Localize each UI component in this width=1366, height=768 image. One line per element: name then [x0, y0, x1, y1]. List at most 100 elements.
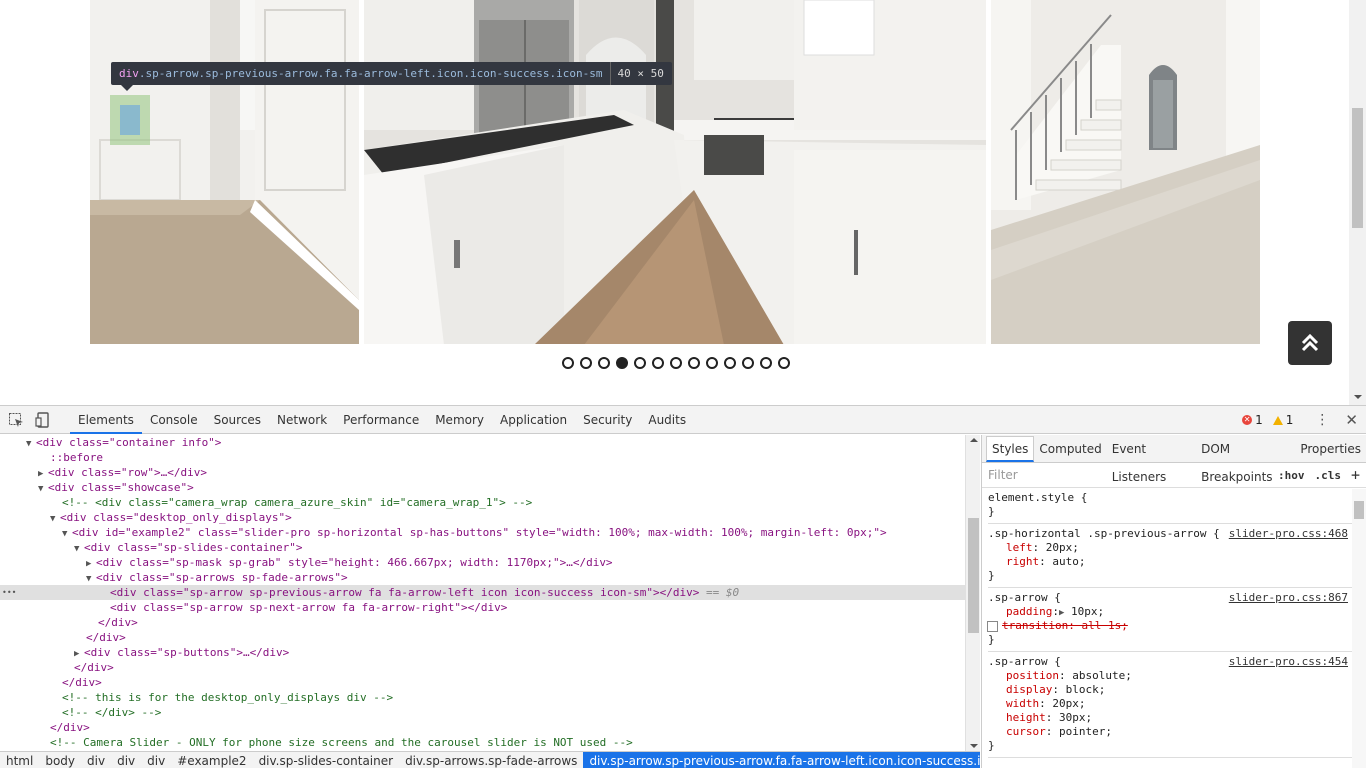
- breadcrumb-item[interactable]: div: [81, 752, 111, 768]
- tab-security[interactable]: Security: [575, 406, 640, 434]
- styles-scrollbar[interactable]: [1352, 489, 1366, 768]
- tab-sources[interactable]: Sources: [206, 406, 269, 434]
- dom-node[interactable]: ▼ <div class="desktop_only_displays">: [50, 510, 292, 525]
- dom-node[interactable]: </div>: [74, 660, 114, 675]
- dom-node-selected[interactable]: ••• <div class="sp-arrow sp-previous-arr…: [0, 585, 965, 600]
- tab-properties[interactable]: Properties: [1295, 435, 1366, 463]
- breadcrumb-item[interactable]: div.sp-arrows.sp-fade-arrows: [399, 752, 583, 768]
- tab-event-listeners[interactable]: Event Listeners: [1107, 435, 1196, 484]
- slider-dot[interactable]: [742, 357, 754, 369]
- rule-source-link[interactable]: slider-pro.css:867: [1229, 591, 1348, 604]
- tooltip-dimensions: 40 × 50: [610, 62, 664, 85]
- dom-node[interactable]: ▼ <div class="sp-arrows sp-fade-arrows">: [86, 570, 348, 585]
- style-rule[interactable]: .sp-arrow { slider-pro.css:867 padding:▶…: [987, 588, 1366, 652]
- inspect-tooltip: div .sp-arrow.sp-previous-arrow.fa.fa-arr…: [111, 62, 672, 91]
- styles-pane: Styles Computed Event Listeners DOM Breakpo…: [981, 435, 1366, 768]
- dom-node[interactable]: ▼ <div class="container info">: [26, 435, 221, 450]
- tab-styles[interactable]: Styles: [986, 435, 1035, 462]
- devtools-status: ✕ 1 1 ⋮ ✕: [1242, 406, 1358, 434]
- dom-node[interactable]: ▼ <div class="sp-slides-container">: [74, 540, 303, 555]
- dom-node[interactable]: ▶ <div class="row">…</div>: [38, 465, 207, 480]
- elements-scrollbar-thumb[interactable]: [968, 518, 979, 633]
- breadcrumb-item[interactable]: div: [111, 752, 141, 768]
- dom-node-menu-icon[interactable]: •••: [2, 585, 16, 600]
- kebab-menu-icon[interactable]: ⋮: [1315, 412, 1329, 428]
- dom-comment[interactable]: <!-- Camera Slider - ONLY for phone size…: [50, 735, 633, 750]
- device-toolbar-icon[interactable]: [35, 412, 51, 428]
- page-scrollbar-thumb[interactable]: [1352, 108, 1363, 228]
- slider-dot[interactable]: [778, 357, 790, 369]
- dom-node[interactable]: ▼ <div id="example2" class="slider-pro sp…: [62, 525, 887, 540]
- dom-pseudo[interactable]: ::before: [50, 450, 103, 465]
- slider-pagination: [562, 357, 790, 369]
- tooltip-classes: .sp-arrow.sp-previous-arrow.fa.fa-arrow-…: [138, 67, 603, 80]
- tab-console[interactable]: Console: [142, 406, 206, 434]
- slider-dot[interactable]: [724, 357, 736, 369]
- style-rule[interactable]: .sp-horizontal .sp-previous-arrow { slid…: [988, 524, 1366, 588]
- slider-dot[interactable]: [616, 357, 628, 369]
- style-rule[interactable]: .sp-arrow { slider-pro.css:454 position:…: [988, 652, 1366, 758]
- error-count-badge[interactable]: ✕ 1: [1242, 413, 1263, 427]
- tab-elements[interactable]: Elements: [70, 406, 142, 434]
- tab-computed[interactable]: Computed: [1034, 435, 1106, 463]
- dom-node[interactable]: </div>: [62, 675, 102, 690]
- slider-dot[interactable]: [652, 357, 664, 369]
- slider-dot[interactable]: [598, 357, 610, 369]
- scroll-to-top-button[interactable]: [1288, 321, 1332, 365]
- styles-scrollbar-thumb[interactable]: [1354, 501, 1364, 519]
- tab-network[interactable]: Network: [269, 406, 335, 434]
- tab-application[interactable]: Application: [492, 406, 575, 434]
- new-style-rule-icon[interactable]: +: [1351, 466, 1360, 484]
- property-checkbox[interactable]: [987, 620, 998, 632]
- hallway-photo[interactable]: [90, 0, 359, 344]
- dom-node[interactable]: ▶ <div class="sp-mask sp-grab" style="hei…: [86, 555, 613, 570]
- rule-source-link[interactable]: slider-pro.css:454: [1229, 655, 1348, 668]
- staircase-photo[interactable]: [991, 0, 1260, 344]
- error-count: 1: [1255, 413, 1263, 427]
- slider-dot[interactable]: [580, 357, 592, 369]
- style-rules: element.style { } .sp-horizontal .sp-pre…: [982, 488, 1366, 758]
- dom-node[interactable]: ▼ <div class="showcase">: [38, 480, 194, 495]
- warning-count-badge[interactable]: 1: [1272, 413, 1293, 427]
- kitchen-photo[interactable]: [364, 0, 986, 344]
- dom-comment[interactable]: <!-- <div class="camera_wrap camera_azur…: [62, 495, 532, 510]
- slider-dot[interactable]: [562, 357, 574, 369]
- dom-node[interactable]: </div>: [50, 720, 90, 735]
- class-toggle[interactable]: .cls: [1314, 469, 1341, 482]
- tab-audits[interactable]: Audits: [640, 406, 694, 434]
- slider-dot[interactable]: [706, 357, 718, 369]
- double-chevron-up-icon: [1301, 334, 1319, 352]
- scroll-up-arrow-icon[interactable]: [970, 438, 978, 442]
- slider-dot[interactable]: [688, 357, 700, 369]
- slider-dot[interactable]: [634, 357, 646, 369]
- tab-dom-breakpoints[interactable]: DOM Breakpoints: [1196, 435, 1295, 484]
- dom-comment[interactable]: <!-- </div> -->: [62, 705, 161, 720]
- breadcrumb-item[interactable]: div: [141, 752, 171, 768]
- tab-memory[interactable]: Memory: [427, 406, 492, 434]
- elements-scrollbar[interactable]: [965, 435, 980, 751]
- breadcrumb-item[interactable]: body: [39, 752, 81, 768]
- breadcrumb-item[interactable]: div.sp-slides-container: [253, 752, 400, 768]
- dom-node[interactable]: <div class="sp-arrow sp-next-arrow fa fa…: [110, 600, 507, 615]
- styles-filter-input[interactable]: Filter: [988, 468, 1268, 482]
- styles-tabs: Styles Computed Event Listeners DOM Breakpo…: [982, 435, 1366, 484]
- style-rule[interactable]: element.style { }: [988, 488, 1366, 524]
- inspect-element-icon[interactable]: [8, 412, 24, 428]
- slider-dot[interactable]: [760, 357, 772, 369]
- rule-source-link[interactable]: slider-pro.css:468: [1229, 527, 1348, 540]
- hover-state-toggle[interactable]: :hov: [1278, 469, 1305, 482]
- dom-node[interactable]: ▶ <div class="sp-buttons">…</div>: [74, 645, 289, 660]
- page-scrollbar[interactable]: [1349, 0, 1366, 405]
- close-devtools-icon[interactable]: ✕: [1345, 411, 1358, 429]
- scroll-down-arrow-icon[interactable]: [970, 744, 978, 748]
- devtools-toolbar: Elements Console Sources Network Performance…: [0, 406, 1366, 434]
- dom-node[interactable]: </div>: [98, 615, 138, 630]
- tab-performance[interactable]: Performance: [335, 406, 427, 434]
- dom-node[interactable]: </div>: [86, 630, 126, 645]
- breadcrumb-item[interactable]: html: [0, 752, 39, 768]
- slider-dot[interactable]: [670, 357, 682, 369]
- dom-comment[interactable]: <!-- this is for the desktop_only_displa…: [62, 690, 393, 705]
- breadcrumb-item[interactable]: #example2: [171, 752, 252, 768]
- breadcrumb-item[interactable]: div.sp-arrow.sp-previous-arrow.fa.fa-arr…: [583, 752, 980, 768]
- scroll-down-arrow-icon[interactable]: [1354, 395, 1362, 399]
